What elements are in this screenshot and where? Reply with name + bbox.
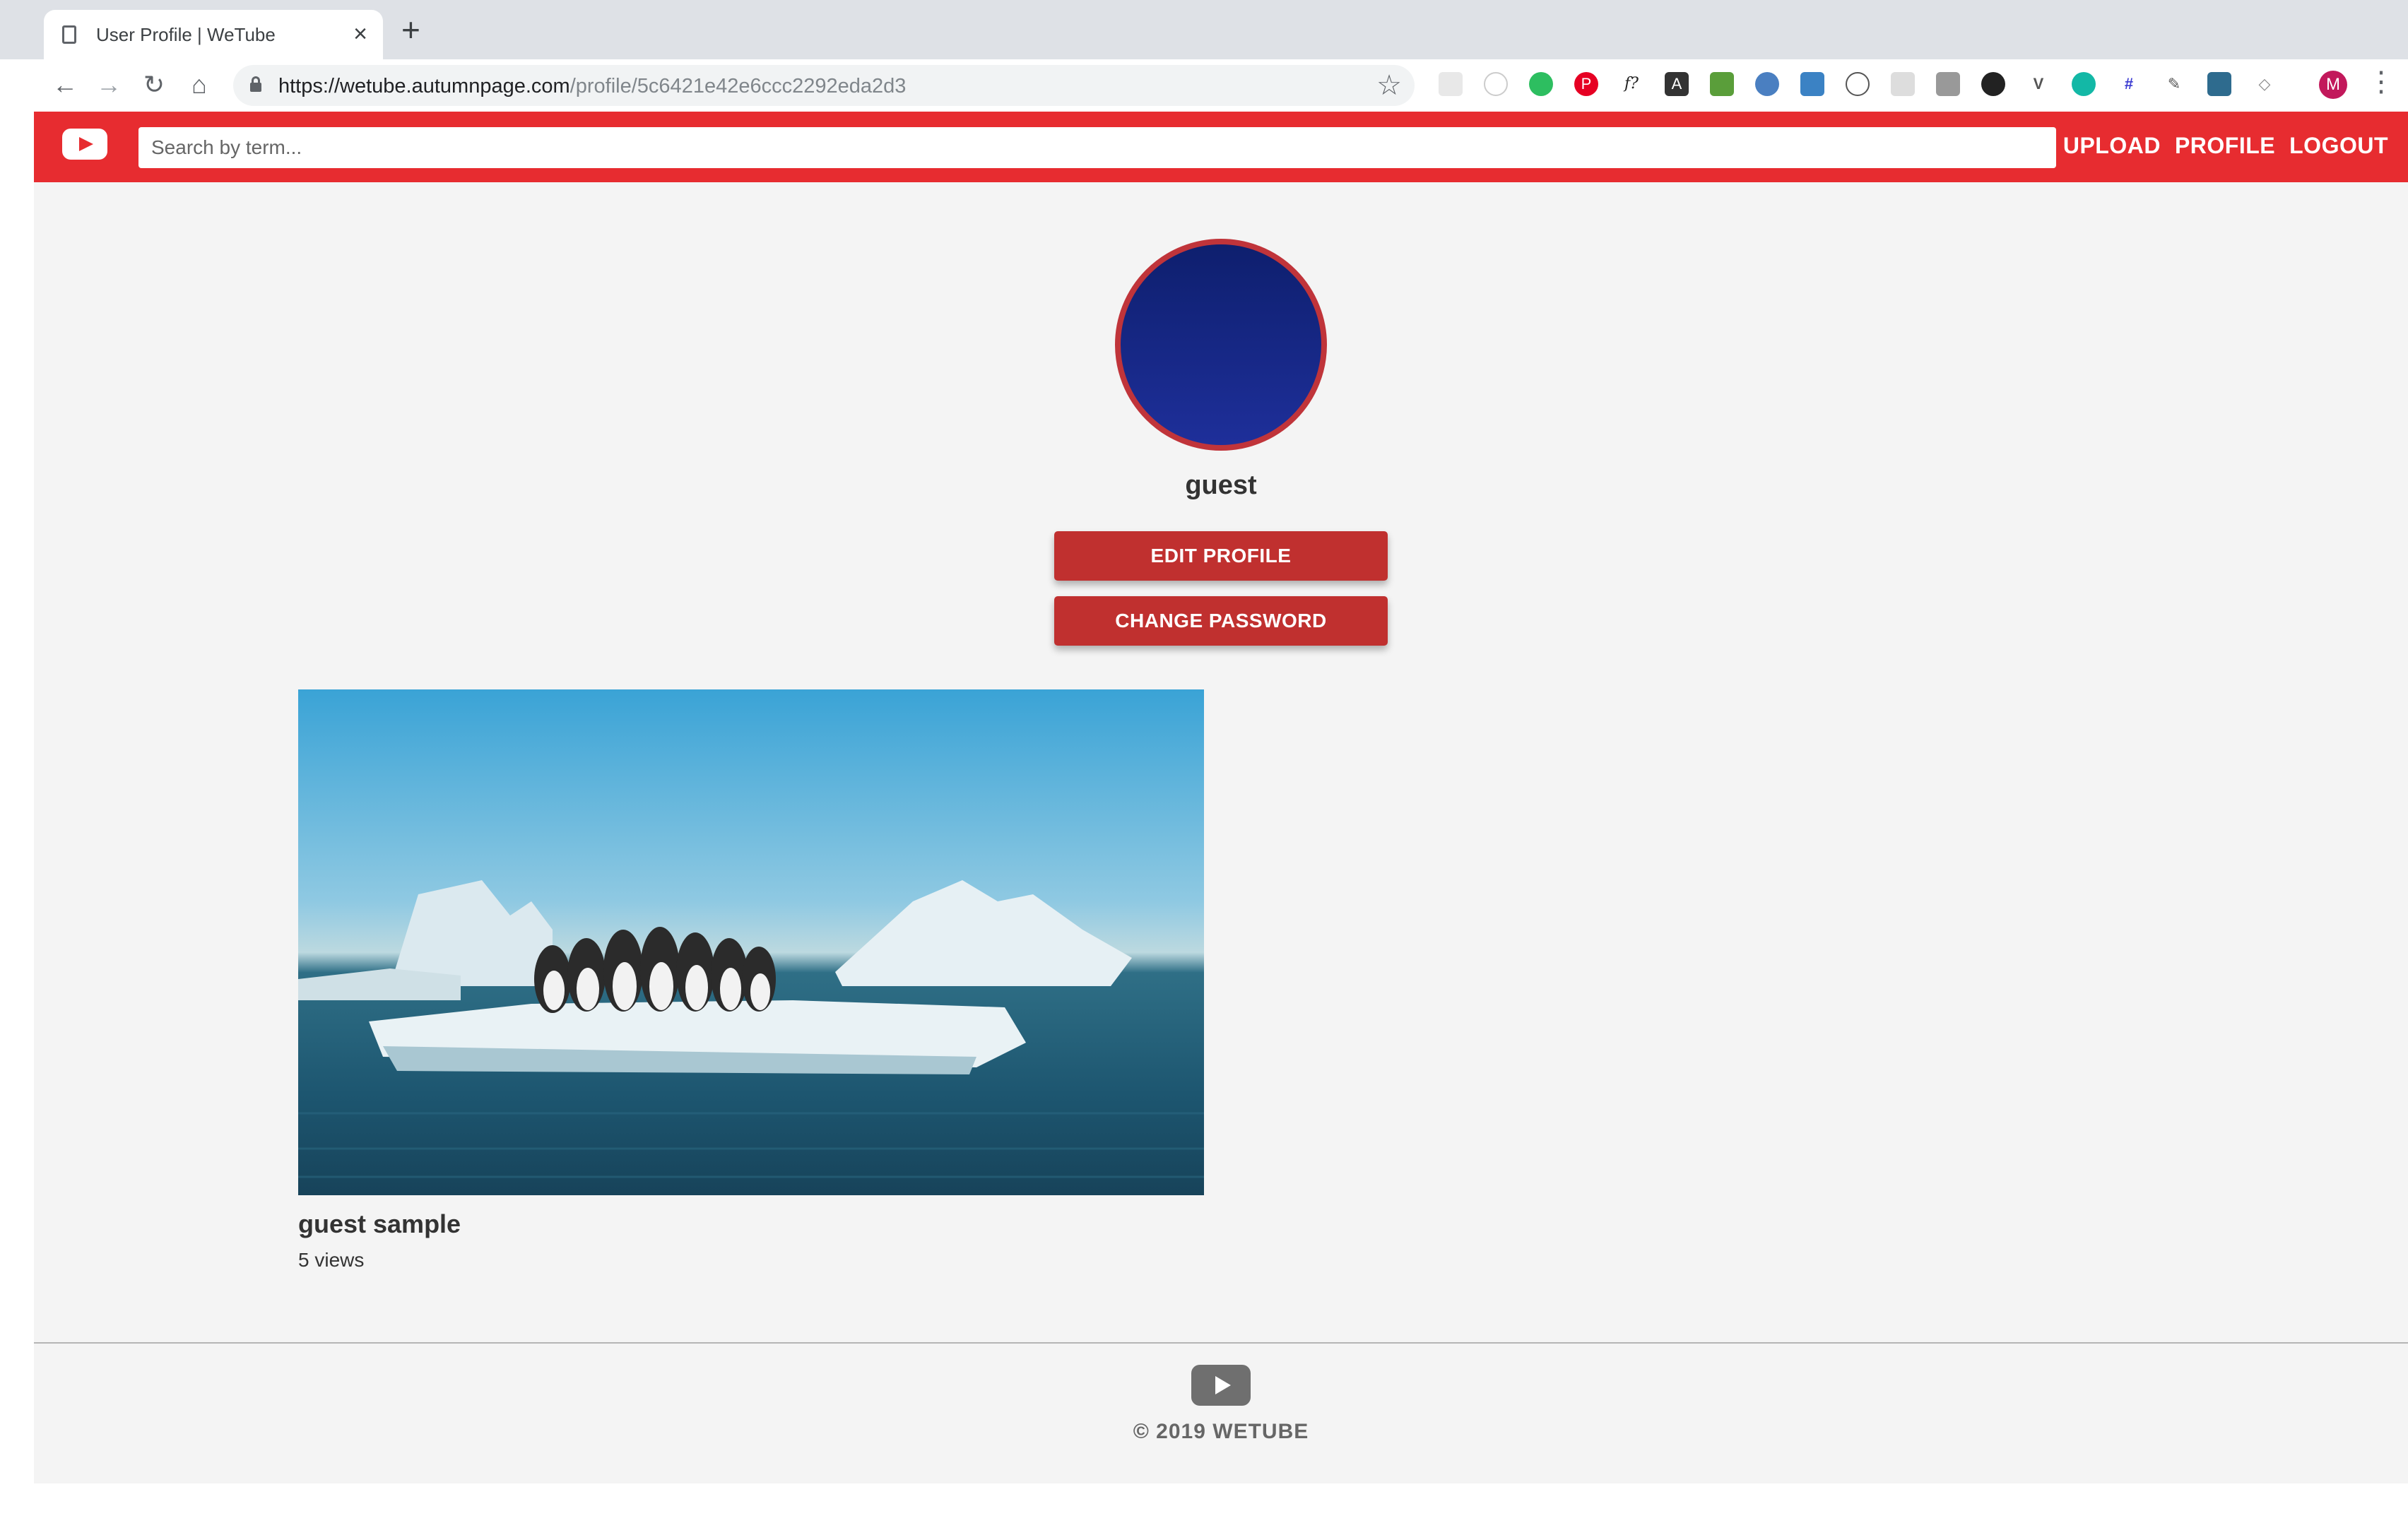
extension-icon[interactable]	[1891, 72, 1915, 96]
search-input[interactable]	[138, 127, 2056, 168]
page-icon	[62, 25, 76, 44]
extension-icon[interactable]	[1484, 72, 1508, 96]
extension-icon[interactable]: V	[2026, 72, 2050, 96]
video-views: 5 views	[298, 1249, 365, 1271]
address-bar[interactable]: https://wetube.autumnpage.com/profile/5c…	[233, 65, 1415, 106]
browser-profile-avatar[interactable]: M	[2319, 71, 2347, 99]
globe-icon[interactable]	[1755, 72, 1779, 96]
header-nav: UPLOAD PROFILE LOGOUT	[2063, 133, 2388, 159]
logout-link[interactable]: LOGOUT	[2289, 133, 2388, 159]
eyedropper-icon[interactable]: ✎	[2162, 72, 2186, 96]
edit-profile-button[interactable]: EDIT PROFILE	[1054, 531, 1388, 581]
extension-icon[interactable]	[1800, 72, 1824, 96]
browser-tab[interactable]: User Profile | WeTube ×	[44, 10, 383, 59]
close-icon[interactable]: ×	[353, 20, 367, 48]
username: guest	[1185, 470, 1257, 500]
pinterest-icon[interactable]: P	[1574, 72, 1598, 96]
profile-avatar	[1115, 239, 1327, 451]
page: UPLOAD PROFILE LOGOUT guest EDIT PROFILE…	[34, 112, 2408, 1483]
back-icon[interactable]: ←	[49, 69, 81, 100]
reload-icon[interactable]: ↻	[138, 69, 170, 100]
video-title[interactable]: guest sample	[298, 1209, 1204, 1239]
forward-icon[interactable]: →	[93, 69, 124, 100]
footer-divider	[34, 1342, 2408, 1344]
video-card[interactable]: guest sample 5 views	[298, 689, 1204, 1272]
bookmark-star-icon[interactable]: ☆	[1376, 69, 1402, 102]
footer-logo-icon	[1191, 1365, 1251, 1406]
new-tab-icon[interactable]: +	[401, 13, 420, 46]
upload-link[interactable]: UPLOAD	[2063, 133, 2161, 159]
video-thumbnail[interactable]	[298, 689, 1204, 1195]
url-text[interactable]: https://wetube.autumnpage.com/profile/5c…	[278, 75, 906, 98]
more-menu-icon[interactable]: ⋮	[2367, 68, 2395, 96]
penguins-iceberg-image	[298, 880, 1204, 1178]
font-icon[interactable]: f?	[1619, 72, 1643, 96]
site-header: UPLOAD PROFILE LOGOUT	[34, 112, 2408, 182]
extension-icon[interactable]	[2207, 72, 2231, 96]
extension-icon[interactable]	[1710, 72, 1734, 96]
profile-link[interactable]: PROFILE	[2175, 133, 2275, 159]
change-password-button[interactable]: CHANGE PASSWORD	[1054, 596, 1388, 646]
extension-icon[interactable]	[1846, 72, 1870, 96]
extension-icon[interactable]	[1936, 72, 1960, 96]
copyright: © 2019 WETUBE	[1133, 1420, 1309, 1443]
grid-icon[interactable]: #	[2117, 72, 2141, 96]
extension-icon[interactable]	[1439, 72, 1463, 96]
download-icon[interactable]	[1981, 72, 2005, 96]
evernote-icon[interactable]	[1529, 72, 1553, 96]
extension-icon[interactable]: ◇	[2253, 72, 2277, 96]
lock-icon	[250, 76, 261, 92]
extension-icon[interactable]	[2072, 72, 2096, 96]
extension-icon[interactable]: A	[1665, 72, 1689, 96]
wetube-logo-icon[interactable]	[62, 129, 107, 160]
tab-title: User Profile | WeTube	[96, 24, 276, 45]
browser-tabstrip: User Profile | WeTube × +	[0, 0, 2408, 59]
home-icon[interactable]: ⌂	[184, 69, 215, 100]
